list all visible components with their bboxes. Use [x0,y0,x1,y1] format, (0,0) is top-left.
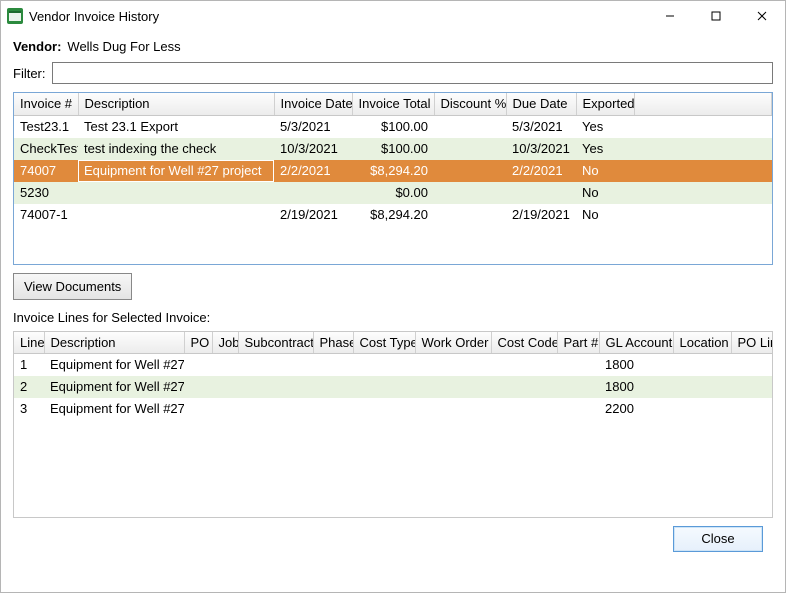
invoice-column-header[interactable]: Invoice # [14,93,78,115]
window-title: Vendor Invoice History [29,9,159,24]
window: Vendor Invoice History Vendor: Wells Dug… [0,0,786,593]
lines-row[interactable]: 3Equipment for Well #27220058 [14,398,772,420]
invoice-row[interactable]: 74007Equipment for Well #27 project2/2/2… [14,160,772,182]
close-window-button[interactable] [739,1,785,31]
titlebar: Vendor Invoice History [1,1,785,31]
invoice-row[interactable]: 5230$0.00No [14,182,772,204]
filter-label: Filter: [13,66,46,81]
lines-column-header[interactable]: GL Account [599,332,673,354]
vendor-label: Vendor: [13,39,61,54]
invoice-lines-label: Invoice Lines for Selected Invoice: [13,310,773,325]
lines-row[interactable]: 1Equipment for Well #271800I0 [14,354,772,376]
lines-column-header[interactable]: PO Line [731,332,772,354]
lines-column-header[interactable]: Cost Type [353,332,415,354]
lines-column-header[interactable]: Job [212,332,238,354]
vendor-name: Wells Dug For Less [67,39,180,54]
invoice-grid[interactable]: Invoice #DescriptionInvoice DateInvoice … [13,92,773,265]
lines-column-header[interactable]: PO [184,332,212,354]
invoice-column-header[interactable]: Exported [576,93,634,115]
lines-column-header[interactable]: Location [673,332,731,354]
lines-column-header[interactable]: Description [44,332,184,354]
invoice-row[interactable]: Test23.1Test 23.1 Export5/3/2021$100.005… [14,116,772,138]
close-button[interactable]: Close [673,526,763,552]
lines-column-header[interactable]: Phase [313,332,353,354]
minimize-button[interactable] [647,1,693,31]
invoice-row[interactable]: CheckTesttest indexing the check10/3/202… [14,138,772,160]
lines-column-header[interactable]: Subcontract [238,332,313,354]
invoice-column-header[interactable]: Description [78,93,274,115]
app-icon [7,8,23,24]
content-area: Vendor: Wells Dug For Less Filter: Invoi… [1,31,785,592]
lines-column-header[interactable]: Work Order [415,332,491,354]
filter-input[interactable] [52,62,774,84]
vendor-row: Vendor: Wells Dug For Less [13,39,773,54]
lines-column-header[interactable]: Cost Code [491,332,557,354]
invoice-column-header[interactable]: Due Date [506,93,576,115]
lines-row[interactable]: 2Equipment for Well #27180050 [14,376,772,398]
invoice-row[interactable]: 74007-12/19/2021$8,294.202/19/2021No [14,204,772,226]
invoice-column-header[interactable]: Invoice Total [352,93,434,115]
view-documents-button[interactable]: View Documents [13,273,132,300]
maximize-button[interactable] [693,1,739,31]
filter-row: Filter: [13,62,773,84]
invoice-lines-grid[interactable]: LineDescriptionPOJobSubcontractPhaseCost… [13,331,773,518]
invoice-column-header[interactable]: Discount % [434,93,506,115]
lines-column-header[interactable]: Line [14,332,44,354]
invoice-column-header[interactable]: Invoice Date [274,93,352,115]
lines-column-header[interactable]: Part # [557,332,599,354]
